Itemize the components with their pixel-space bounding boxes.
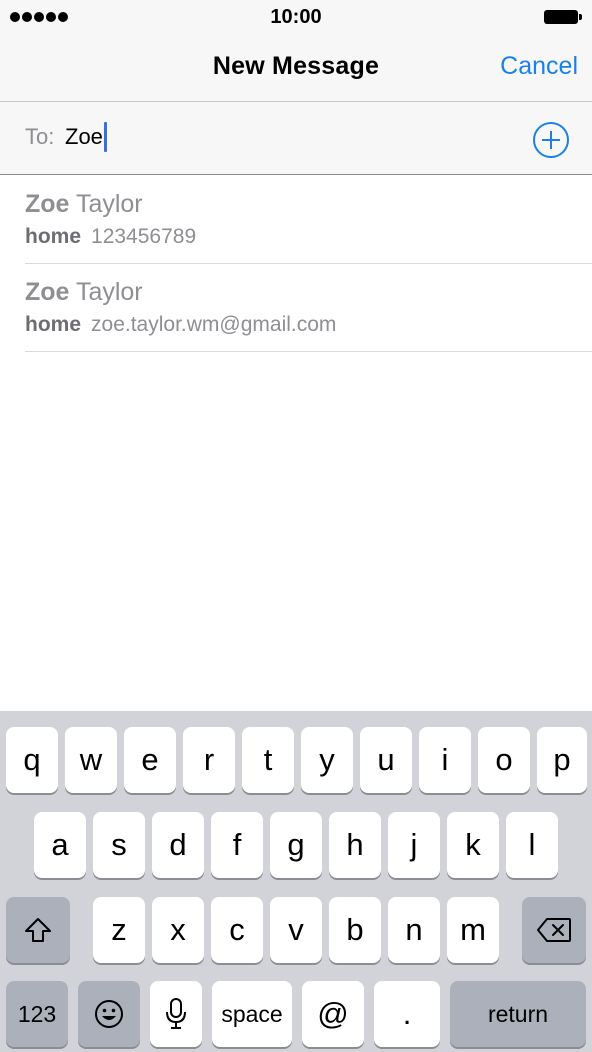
key-q[interactable]: q (6, 727, 58, 793)
contact-name-match: Zoe (25, 278, 70, 306)
contact-name: Zoe Taylor (25, 190, 143, 219)
key-k[interactable]: k (447, 812, 499, 878)
key-p[interactable]: p (537, 727, 587, 793)
contact-detail-type: home (25, 225, 82, 248)
key-x[interactable]: x (152, 897, 204, 963)
list-item[interactable]: Zoe Taylor home zoe.taylor.wm@gmail.com (25, 264, 592, 352)
nav-bar: New Message Cancel (0, 34, 592, 102)
key-h[interactable]: h (329, 812, 381, 878)
key-w[interactable]: w (65, 727, 117, 793)
contact-detail-type: home (25, 313, 82, 336)
key-i[interactable]: i (419, 727, 471, 793)
battery-icon (544, 10, 582, 24)
shift-icon (25, 918, 51, 942)
key-r[interactable]: r (183, 727, 235, 793)
contact-name-rest: Taylor (69, 190, 143, 218)
key-y[interactable]: y (301, 727, 353, 793)
contact-detail: home 123456789 (25, 225, 196, 249)
period-key[interactable]: . (374, 981, 440, 1047)
key-m[interactable]: m (447, 897, 499, 963)
key-l[interactable]: l (506, 812, 558, 878)
key-g[interactable]: g (270, 812, 322, 878)
contact-detail-value: zoe.taylor.wm@gmail.com (91, 313, 337, 336)
key-s[interactable]: s (93, 812, 145, 878)
key-f[interactable]: f (211, 812, 263, 878)
key-c[interactable]: c (211, 897, 263, 963)
contact-name-match: Zoe (25, 190, 70, 218)
emoji-key[interactable] (78, 981, 140, 1047)
to-label: To: (25, 124, 55, 149)
key-t[interactable]: t (242, 727, 294, 793)
cancel-button[interactable]: Cancel (500, 52, 578, 81)
key-d[interactable]: d (152, 812, 204, 878)
key-a[interactable]: a (34, 812, 86, 878)
numbers-key[interactable]: 123 (6, 981, 68, 1047)
key-n[interactable]: n (388, 897, 440, 963)
keyboard: q w e r t y u i o p a s d f g h j k l z … (0, 711, 592, 1052)
contact-name: Zoe Taylor (25, 278, 143, 307)
key-e[interactable]: e (124, 727, 176, 793)
status-bar: 10:00 (0, 0, 592, 34)
return-key[interactable]: return (450, 981, 586, 1047)
contact-suggestions: Zoe Taylor home 123456789 Zoe Taylor home… (0, 176, 592, 352)
microphone-icon (166, 998, 186, 1029)
add-contact-icon[interactable] (533, 122, 569, 158)
key-o[interactable]: o (478, 727, 530, 793)
microphone-key[interactable] (150, 981, 202, 1047)
space-key[interactable]: space (212, 981, 292, 1047)
at-key[interactable]: @ (302, 981, 364, 1047)
contact-detail-value: 123456789 (91, 225, 197, 248)
key-u[interactable]: u (360, 727, 412, 793)
emoji-icon (95, 1000, 123, 1028)
backspace-icon (537, 918, 571, 942)
status-time: 10:00 (270, 6, 322, 28)
text-caret (103, 122, 107, 152)
to-field-row: To: Zoe (0, 102, 592, 175)
to-input-value: Zoe (65, 124, 103, 149)
key-b[interactable]: b (329, 897, 381, 963)
backspace-key[interactable] (522, 897, 586, 963)
contact-name-rest: Taylor (69, 278, 143, 306)
contact-detail: home zoe.taylor.wm@gmail.com (25, 313, 336, 337)
shift-key[interactable] (6, 897, 70, 963)
screen: 10:00 New Message Cancel To: Zoe Zoe Tay… (0, 0, 592, 1052)
to-input[interactable]: Zoe (65, 121, 107, 153)
key-z[interactable]: z (93, 897, 145, 963)
key-j[interactable]: j (388, 812, 440, 878)
list-item[interactable]: Zoe Taylor home 123456789 (25, 176, 592, 264)
key-v[interactable]: v (270, 897, 322, 963)
